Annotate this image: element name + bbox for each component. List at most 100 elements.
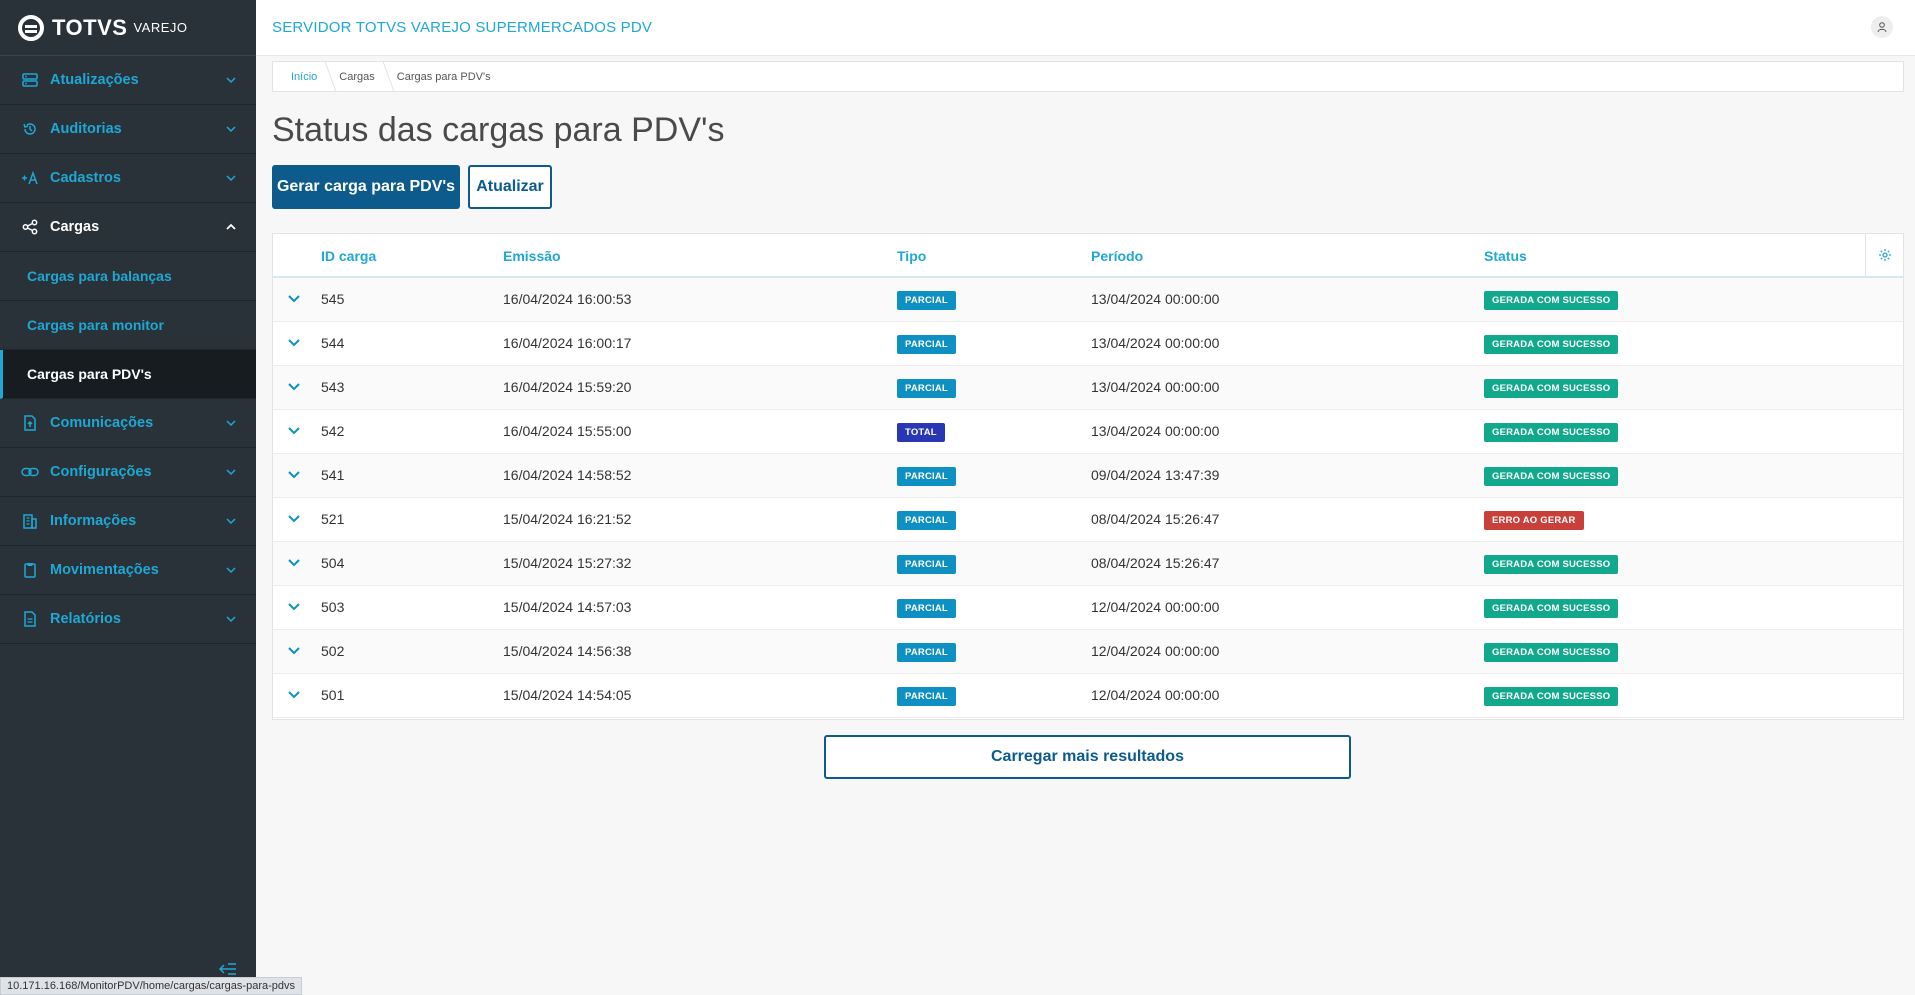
table-body: 545 16/04/2024 16:00:53 PARCIAL 13/04/2024 …: [273, 278, 1903, 718]
sidebar-item-label: Cadastros: [50, 170, 121, 186]
type-badge: PARCIAL: [897, 467, 956, 486]
sidebar-item-comunicacoes[interactable]: Comunicações: [0, 399, 256, 448]
column-header-id[interactable]: ID carga: [321, 248, 376, 264]
sidebar-item-atualizacoes[interactable]: Atualizações: [0, 56, 256, 105]
type-badge: PARCIAL: [897, 555, 956, 574]
expand-row-icon[interactable]: [286, 687, 302, 703]
column-header-emissao[interactable]: Emissão: [503, 248, 561, 264]
table-row[interactable]: 521 15/04/2024 16:21:52 PARCIAL 08/04/2024 …: [273, 498, 1903, 542]
chevron-up-icon: [226, 223, 236, 230]
cell-periodo: 09/04/2024 13:47:39: [1091, 467, 1220, 483]
cell-periodo: 08/04/2024 15:26:47: [1091, 511, 1220, 527]
table-row[interactable]: 503 15/04/2024 14:57:03 PARCIAL 12/04/2024 …: [273, 586, 1903, 630]
column-header-tipo[interactable]: Tipo: [897, 248, 926, 264]
sidebar-item-label: Comunicações: [50, 415, 154, 431]
status-badge: GERADA COM SUCESSO: [1484, 599, 1619, 618]
cell-id: 541: [321, 467, 345, 483]
sidebar-item-label: Informações: [50, 513, 137, 529]
column-header-periodo[interactable]: Período: [1091, 248, 1143, 264]
chevron-down-icon: [226, 567, 236, 574]
chevron-down-icon: [226, 420, 236, 427]
status-badge: GERADA COM SUCESSO: [1484, 555, 1619, 574]
load-more-button[interactable]: Carregar mais resultados: [824, 735, 1351, 779]
column-header-status[interactable]: Status: [1484, 248, 1527, 264]
sidebar-item-movimentacoes[interactable]: Movimentações: [0, 546, 256, 595]
expand-row-icon[interactable]: [286, 643, 302, 659]
table-row[interactable]: 502 15/04/2024 14:56:38 PARCIAL 12/04/2024 …: [273, 630, 1903, 674]
top-bar: SERVIDOR TOTVS VAREJO SUPERMERCADOS PDV: [256, 0, 1915, 56]
expand-row-icon[interactable]: [286, 335, 302, 351]
sidebar-subitem-cargas-pdvs[interactable]: Cargas para PDV's: [0, 350, 256, 399]
history-icon: [20, 119, 40, 139]
status-badge: GERADA COM SUCESSO: [1484, 335, 1619, 354]
status-badge: GERADA COM SUCESSO: [1484, 643, 1619, 662]
expand-row-icon[interactable]: [286, 291, 302, 307]
add-user-icon: [20, 168, 40, 188]
cell-emissao: 16/04/2024 16:00:17: [503, 335, 632, 351]
server-icon: [20, 70, 40, 90]
sidebar-item-auditorias[interactable]: Auditorias: [0, 105, 256, 154]
cell-emissao: 16/04/2024 15:55:00: [503, 423, 632, 439]
gear-icon: [1878, 249, 1891, 261]
table-row[interactable]: 501 15/04/2024 14:54:05 PARCIAL 12/04/2024 …: [273, 674, 1903, 718]
user-icon: [1877, 22, 1887, 33]
breadcrumb-cargas[interactable]: Cargas: [329, 61, 386, 92]
expand-row-icon[interactable]: [286, 555, 302, 571]
user-menu-button[interactable]: [1871, 16, 1893, 38]
cell-id: 502: [321, 643, 345, 659]
cell-id: 542: [321, 423, 345, 439]
link-icon: [20, 462, 40, 482]
cell-id: 521: [321, 511, 345, 527]
cell-periodo: 13/04/2024 00:00:00: [1091, 423, 1220, 439]
expand-row-icon[interactable]: [286, 379, 302, 395]
cell-emissao: 16/04/2024 15:59:20: [503, 379, 632, 395]
sidebar-subitem-cargas-monitor[interactable]: Cargas para monitor: [0, 301, 256, 350]
table-row[interactable]: 545 16/04/2024 16:00:53 PARCIAL 13/04/2024 …: [273, 278, 1903, 322]
type-badge: PARCIAL: [897, 291, 956, 310]
table-row[interactable]: 504 15/04/2024 15:27:32 PARCIAL 08/04/2024 …: [273, 542, 1903, 586]
collapse-sidebar-icon[interactable]: [218, 962, 238, 976]
clipboard-icon: [20, 560, 40, 580]
sidebar: TOTVS VAREJO Atualizações Auditorias Cad…: [0, 0, 256, 995]
cell-id: 543: [321, 379, 345, 395]
expand-row-icon[interactable]: [286, 599, 302, 615]
sidebar-item-configuracoes[interactable]: Configurações: [0, 448, 256, 497]
table-settings-button[interactable]: [1865, 234, 1903, 276]
generate-load-button[interactable]: Gerar carga para PDV's: [272, 165, 460, 209]
sidebar-item-label: Configurações: [50, 464, 152, 480]
expand-row-icon[interactable]: [286, 467, 302, 483]
logo[interactable]: TOTVS VAREJO: [0, 0, 256, 56]
table-row[interactable]: 544 16/04/2024 16:00:17 PARCIAL 13/04/2024 …: [273, 322, 1903, 366]
cell-id: 503: [321, 599, 345, 615]
page-title: Status das cargas para PDV's: [272, 111, 725, 149]
status-badge: GERADA COM SUCESSO: [1484, 291, 1619, 310]
table-row[interactable]: 541 16/04/2024 14:58:52 PARCIAL 09/04/2024 …: [273, 454, 1903, 498]
sidebar-item-label: Relatórios: [50, 611, 121, 627]
cell-id: 504: [321, 555, 345, 571]
expand-row-icon[interactable]: [286, 423, 302, 439]
cell-id: 544: [321, 335, 345, 351]
breadcrumb: Início Cargas Cargas para PDV's: [272, 61, 1904, 92]
cell-id: 545: [321, 291, 345, 307]
chevron-down-icon: [226, 469, 236, 476]
table-row[interactable]: 542 16/04/2024 15:55:00 TOTAL 13/04/2024 00…: [273, 410, 1903, 454]
breadcrumb-inicio[interactable]: Início: [281, 61, 329, 92]
logo-text: TOTVS: [52, 14, 128, 40]
chevron-down-icon: [226, 616, 236, 623]
table-row[interactable]: 543 16/04/2024 15:59:20 PARCIAL 13/04/2024 …: [273, 366, 1903, 410]
sidebar-subitem-cargas-balancas[interactable]: Cargas para balanças: [0, 252, 256, 301]
breadcrumb-current: Cargas para PDV's: [396, 70, 491, 83]
sidebar-item-label: Atualizações: [50, 72, 139, 88]
sidebar-item-cadastros[interactable]: Cadastros: [0, 154, 256, 203]
sidebar-item-informacoes[interactable]: Informações: [0, 497, 256, 546]
cell-periodo: 13/04/2024 00:00:00: [1091, 291, 1220, 307]
refresh-button[interactable]: Atualizar: [468, 165, 552, 209]
cell-emissao: 15/04/2024 14:57:03: [503, 599, 632, 615]
cell-periodo: 12/04/2024 00:00:00: [1091, 643, 1220, 659]
sidebar-item-relatorios[interactable]: Relatórios: [0, 595, 256, 644]
expand-row-icon[interactable]: [286, 511, 302, 527]
table-header: ID carga Emissão Tipo Período Status: [273, 234, 1903, 278]
cell-emissao: 15/04/2024 14:54:05: [503, 687, 632, 703]
chevron-down-icon: [226, 77, 236, 84]
sidebar-item-cargas[interactable]: Cargas: [0, 203, 256, 252]
